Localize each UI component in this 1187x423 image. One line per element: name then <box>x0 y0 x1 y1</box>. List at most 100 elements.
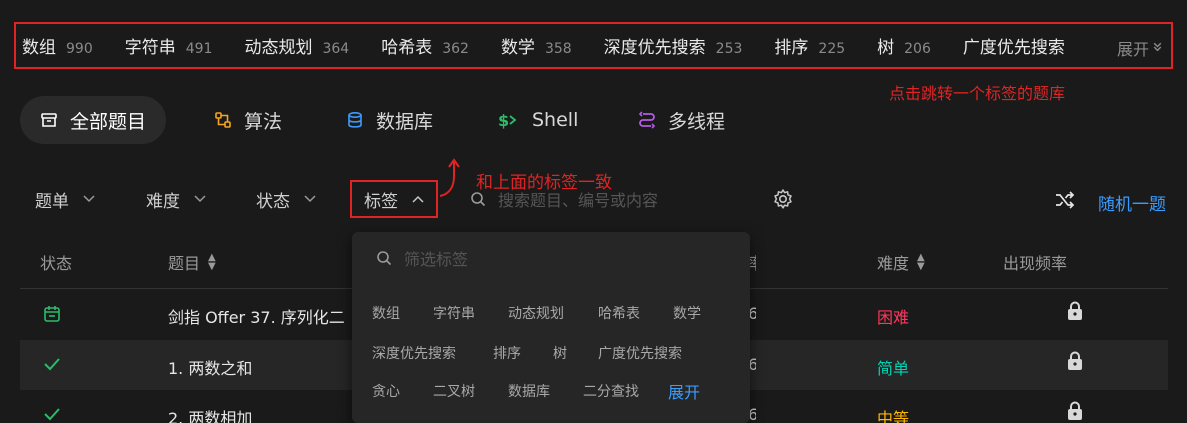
dropdown-tag[interactable]: 数学 <box>673 303 701 323</box>
tab-multithreading[interactable]: 多线程 <box>638 96 725 144</box>
tag-array[interactable]: 数组 990 <box>22 33 93 58</box>
dropdown-tag[interactable]: 深度优先搜索 <box>372 343 456 363</box>
tab-database[interactable]: 数据库 <box>346 96 433 144</box>
annotation-arrow-icon <box>439 158 460 197</box>
tag-name: 字符串 <box>124 38 176 58</box>
filter-label: 难度 <box>146 191 180 212</box>
tag-count: 225 <box>818 41 846 57</box>
dropdown-tag[interactable]: 树 <box>553 343 567 363</box>
dropdown-tag[interactable]: 贪心 <box>372 381 400 401</box>
terminal-dollar-icon: $ <box>498 111 520 129</box>
lock-icon <box>1066 301 1084 325</box>
tag-hash[interactable]: 哈希表 362 <box>381 33 469 58</box>
tag-filter-dropdown: 筛选标签 数组 字符串 动态规划 哈希表 数学 深度优先搜索 排序 树 广度优先… <box>352 232 750 423</box>
tag-count: 491 <box>185 41 213 57</box>
lock-icon <box>1066 401 1084 423</box>
tab-algorithms[interactable]: 算法 <box>214 96 282 144</box>
tag-string[interactable]: 字符串 491 <box>125 33 213 58</box>
tab-label: 数据库 <box>376 110 434 133</box>
tag-bfs[interactable]: 广度优先搜索 <box>963 33 1075 58</box>
dropdown-tag[interactable]: 排序 <box>493 343 521 363</box>
tag-name: 广度优先搜索 <box>962 38 1065 58</box>
problem-title-link[interactable]: 1. 两数之和 <box>168 355 252 379</box>
check-icon <box>42 355 62 377</box>
tab-label: Shell <box>532 109 579 131</box>
search-input[interactable]: 搜索题目、编号或内容 <box>470 180 658 218</box>
header-difficulty[interactable]: 难度 ▲ ▼ <box>877 250 925 274</box>
tag-count: 253 <box>715 41 743 57</box>
filter-status[interactable]: 状态 <box>256 180 316 218</box>
search-icon <box>470 191 486 207</box>
tag-sort[interactable]: 排序 225 <box>774 33 845 58</box>
filter-problem-list[interactable]: 题单 <box>35 180 95 218</box>
dropdown-tag[interactable]: 动态规划 <box>508 303 564 323</box>
header-title[interactable]: 题目 ▲ ▼ <box>168 250 216 274</box>
check-icon <box>42 405 62 423</box>
tag-name: 排序 <box>774 38 809 58</box>
threads-icon <box>638 111 656 129</box>
tag-count: 206 <box>904 41 931 57</box>
tag-count: 358 <box>544 41 572 57</box>
filter-label: 题单 <box>35 191 69 212</box>
database-icon <box>346 111 364 129</box>
settings-gear-icon[interactable] <box>772 188 794 214</box>
header-difficulty-label: 难度 <box>877 254 910 273</box>
lock-icon <box>1066 351 1084 375</box>
tag-filter-input[interactable]: 筛选标签 <box>376 246 468 270</box>
algorithm-icon <box>214 111 232 129</box>
filter-tags[interactable]: 标签 <box>350 180 438 218</box>
tag-bar: 数组 990 字符串 491 动态规划 364 哈希表 362 数学 358 深度优先搜索… <box>14 22 1173 69</box>
tab-shell[interactable]: $ Shell <box>498 96 578 144</box>
chevron-down-icon <box>304 192 316 206</box>
filter-difficulty[interactable]: 难度 <box>146 180 206 218</box>
dropdown-tag[interactable]: 数组 <box>372 303 400 323</box>
search-placeholder: 搜索题目、编号或内容 <box>498 191 659 210</box>
dropdown-tag[interactable]: 二叉树 <box>433 381 475 401</box>
dropdown-tag[interactable]: 数据库 <box>508 381 550 401</box>
header-status: 状态 <box>40 254 73 273</box>
dropdown-tag[interactable]: 字符串 <box>433 303 475 323</box>
tab-all-problems[interactable]: 全部题目 <box>20 96 167 144</box>
chevron-down-icon <box>83 192 95 206</box>
tag-name: 哈希表 <box>381 38 433 58</box>
tag-name: 深度优先搜索 <box>603 38 706 58</box>
tag-name: 数组 <box>22 38 56 58</box>
calendar-icon <box>42 304 62 328</box>
header-frequency: 出现频率 <box>1003 254 1068 273</box>
tag-name: 数学 <box>500 38 535 58</box>
chevron-down-icon <box>1152 41 1163 55</box>
problem-title-link[interactable]: 剑指 Offer 37. 序列化二 <box>168 304 352 328</box>
tag-count: 990 <box>66 41 93 57</box>
tag-dfs[interactable]: 深度优先搜索 253 <box>604 33 743 58</box>
tag-math[interactable]: 数学 358 <box>501 33 572 58</box>
search-icon <box>376 250 392 266</box>
tag-filter-placeholder: 筛选标签 <box>404 250 469 269</box>
tagbar-annotation: 点击跳转一个标签的题库 <box>889 84 1066 103</box>
filter-label: 状态 <box>256 191 290 212</box>
tag-name: 树 <box>877 38 895 58</box>
filter-label: 标签 <box>364 191 398 212</box>
tag-tree[interactable]: 树 206 <box>877 33 931 58</box>
tagbar-expand-button[interactable]: 展开 <box>1110 36 1163 60</box>
dropdown-tag[interactable]: 二分查找 <box>583 381 639 401</box>
chevron-up-icon <box>412 192 424 206</box>
difficulty-badge: 中等 <box>877 409 910 423</box>
tag-name: 动态规划 <box>244 38 313 58</box>
dropdown-tag[interactable]: 广度优先搜索 <box>598 343 682 363</box>
difficulty-badge: 简单 <box>877 359 910 378</box>
dropdown-tag[interactable]: 哈希表 <box>598 303 640 323</box>
sort-icon: ▲ ▼ <box>208 252 216 272</box>
header-title-label: 题目 <box>168 254 201 273</box>
tag-dp[interactable]: 动态规划 364 <box>244 33 349 58</box>
tag-count: 362 <box>442 41 469 57</box>
problem-title-link[interactable]: 2. 两数相加 <box>168 405 252 423</box>
random-problem-link[interactable]: 随机一题 <box>1098 190 1166 215</box>
chevron-down-icon <box>194 192 206 206</box>
tag-count: 364 <box>322 41 350 57</box>
shuffle-icon[interactable] <box>1054 190 1076 214</box>
sort-icon: ▲ ▼ <box>917 252 925 272</box>
tab-label: 全部题目 <box>70 110 147 133</box>
difficulty-badge: 困难 <box>877 308 910 327</box>
dropdown-expand-button[interactable]: 展开 <box>668 379 700 403</box>
tab-label: 算法 <box>244 110 283 133</box>
